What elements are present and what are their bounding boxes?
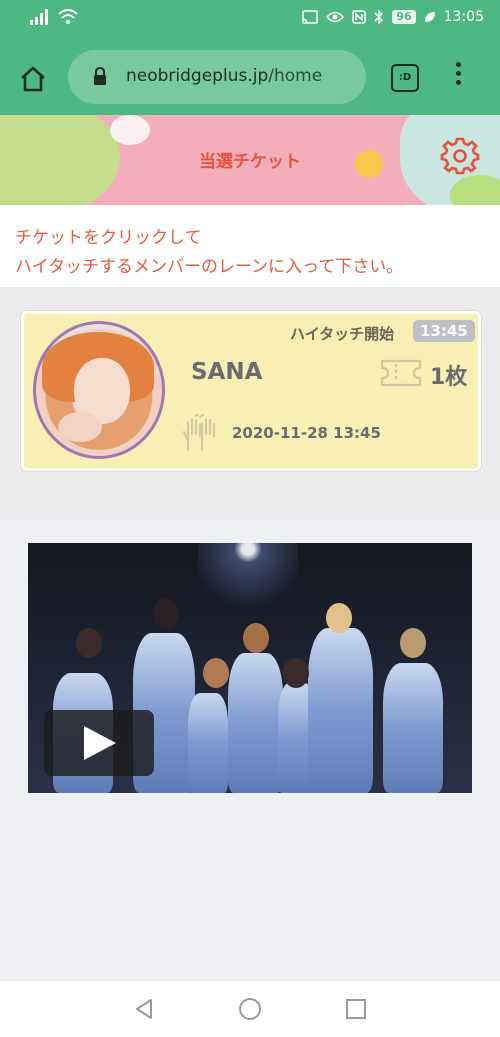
lock-icon: [94, 66, 106, 85]
video-figure-head: [243, 623, 269, 653]
video-figure-head: [203, 658, 229, 688]
instruction-line-2: ハイタッチするメンバーのレーンに入って下さい。: [15, 257, 404, 277]
cast-icon: [302, 10, 319, 24]
home-icon[interactable]: [18, 64, 48, 94]
start-label: ハイタッチ開始: [290, 325, 395, 343]
menu-dot: [456, 62, 461, 67]
url-domain: neobridgeplus.jp: [126, 66, 269, 86]
eye-icon: [326, 11, 345, 23]
back-icon[interactable]: [134, 998, 154, 1020]
play-icon: [84, 726, 116, 760]
video-figure-head: [326, 603, 352, 633]
event-datetime: 2020-11-28 13:45: [232, 424, 381, 442]
page-banner: 当選チケット: [0, 115, 500, 205]
avatar: [33, 321, 165, 459]
ticket-section: ハイタッチ開始 13:45 SANA 1枚 2020-11-28 13:45: [0, 287, 500, 519]
instruction-panel: チケットをクリックして ハイタッチするメンバーのレーンに入って下さい。: [0, 205, 500, 287]
page-title: 当選チケット: [199, 152, 301, 172]
ticket-count: 1枚: [430, 365, 468, 390]
nfc-icon: [352, 10, 367, 24]
menu-dot: [456, 71, 461, 76]
ticket-card[interactable]: ハイタッチ開始 13:45 SANA 1枚 2020-11-28 13:45: [21, 311, 481, 471]
battery-level: 96: [392, 10, 416, 24]
browser-toolbar: neobridgeplus.jp/home :D: [0, 38, 500, 115]
status-bar: 96 13:05: [0, 0, 500, 38]
recent-apps-icon[interactable]: [346, 999, 366, 1019]
avatar-hand: [58, 412, 102, 442]
ticket-icon: [380, 359, 422, 387]
banner-decoration: [110, 115, 150, 145]
leaf-icon: [424, 12, 435, 22]
member-name: SANA: [191, 359, 263, 385]
stage-spotlight: [198, 543, 298, 633]
video-figure-head: [76, 628, 102, 658]
more-icon[interactable]: [456, 62, 464, 94]
status-right: 96 13:05: [302, 9, 484, 25]
page: 96 13:05 neobridgeplus.jp/home :D 当選チケット…: [0, 0, 500, 1037]
home-nav-icon[interactable]: [239, 998, 261, 1020]
video-figure: [308, 628, 373, 793]
signal-icon: [30, 9, 48, 25]
video-figure: [383, 663, 443, 793]
instruction-line-1: チケットをクリックして: [15, 228, 202, 248]
video-figure: [188, 693, 228, 793]
video-figure-head: [400, 628, 426, 658]
menu-dot: [456, 80, 461, 85]
url-path: /home: [268, 66, 323, 86]
high-five-icon: [183, 414, 215, 451]
address-bar[interactable]: neobridgeplus.jp/home: [68, 50, 366, 104]
url-text: neobridgeplus.jp/home: [126, 66, 322, 86]
gear-icon[interactable]: [440, 135, 480, 175]
clock: 13:05: [443, 9, 484, 25]
start-time-badge: 13:45: [413, 320, 475, 342]
video-player[interactable]: [28, 543, 472, 793]
status-left: [30, 9, 78, 25]
play-button[interactable]: [44, 710, 154, 776]
system-nav-bar: [0, 980, 500, 1037]
wifi-icon: [58, 9, 78, 24]
bluetooth-icon: [374, 9, 384, 25]
video-figure-head: [153, 598, 179, 628]
video-figure: [228, 653, 283, 793]
video-figure-head: [283, 658, 309, 688]
tabs-icon[interactable]: :D: [391, 64, 419, 92]
